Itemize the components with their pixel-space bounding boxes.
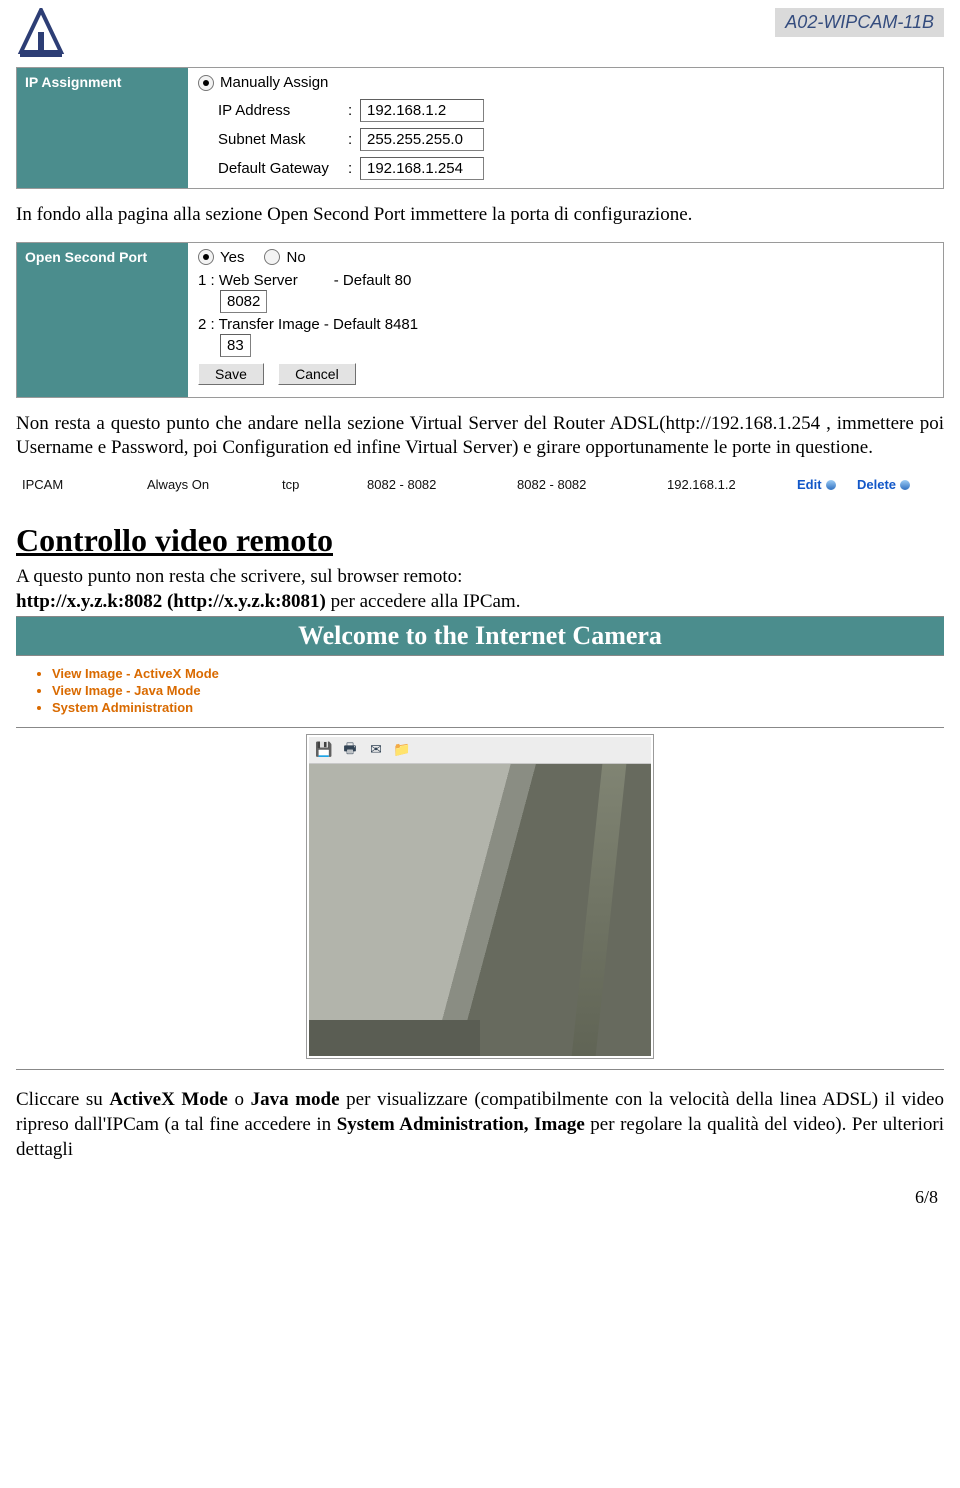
save-icon[interactable]: 💾 [315, 741, 333, 759]
open-second-port-title: Open Second Port [17, 243, 188, 397]
vs-edit-link[interactable]: Edit [797, 477, 857, 492]
paragraph-1: In fondo alla pagina alla sezione Open S… [16, 203, 944, 228]
osp-transfer-label: 2 : Transfer Image - Default 8481 [198, 316, 418, 333]
ip-address-label: IP Address [218, 102, 348, 119]
arrow-icon [900, 480, 910, 490]
default-gateway-input[interactable]: 192.168.1.254 [360, 157, 484, 180]
osp-webserver-input[interactable]: 8082 [220, 290, 267, 313]
mail-icon[interactable]: ✉ [367, 741, 385, 759]
default-gateway-label: Default Gateway [218, 160, 348, 177]
paragraph-3: A questo punto non resta che scrivere, s… [16, 565, 944, 614]
camera-preview: 💾 🖶 ✉ 📁 [306, 734, 654, 1059]
welcome-banner: Welcome to the Internet Camera [16, 616, 944, 656]
manually-assign-label: Manually Assign [220, 74, 328, 91]
camera-links: View Image - ActiveX Mode View Image - J… [16, 656, 944, 728]
camera-image [309, 764, 651, 1056]
vs-name: IPCAM [22, 477, 147, 492]
brand-logo [16, 8, 66, 65]
link-activex[interactable]: View Image - ActiveX Mode [52, 666, 940, 681]
vs-ext-ports: 8082 - 8082 [367, 477, 517, 492]
osp-yes-label: Yes [220, 249, 244, 266]
subnet-mask-label: Subnet Mask [218, 131, 348, 148]
ip-assignment-title: IP Assignment [17, 68, 188, 188]
link-sysadmin[interactable]: System Administration [52, 700, 940, 715]
arrow-icon [826, 480, 836, 490]
vs-int-ports: 8082 - 8082 [517, 477, 667, 492]
vs-protocol: tcp [282, 477, 367, 492]
osp-yes-radio[interactable] [198, 249, 214, 265]
paragraph-4: Cliccare su ActiveX Mode o Java mode per… [16, 1088, 944, 1162]
manually-assign-radio[interactable] [198, 75, 214, 91]
ip-assignment-panel: IP Assignment Manually Assign IP Address… [16, 67, 944, 189]
paragraph-2: Non resta a questo punto che andare nell… [16, 412, 944, 461]
section-heading: Controllo video remoto [16, 522, 944, 559]
save-button[interactable]: Save [198, 363, 264, 385]
camera-toolbar: 💾 🖶 ✉ 📁 [309, 737, 651, 764]
cancel-button[interactable]: Cancel [278, 363, 356, 385]
link-java[interactable]: View Image - Java Mode [52, 683, 940, 698]
osp-no-radio[interactable] [264, 249, 280, 265]
print-icon[interactable]: 🖶 [341, 741, 359, 759]
osp-webserver-default: - Default 80 [334, 272, 412, 289]
folder-icon[interactable]: 📁 [393, 741, 411, 759]
vs-delete-link[interactable]: Delete [857, 477, 938, 492]
osp-webserver-label: 1 : Web Server [198, 272, 298, 289]
osp-no-label: No [286, 249, 305, 266]
vs-schedule: Always On [147, 477, 282, 492]
open-second-port-panel: Open Second Port Yes No 1 : Web Server -… [16, 242, 944, 398]
virtual-server-row: IPCAM Always On tcp 8082 - 8082 8082 - 8… [16, 475, 944, 494]
vs-ip: 192.168.1.2 [667, 477, 797, 492]
osp-transfer-input[interactable]: 83 [220, 334, 251, 357]
page-number: 6/8 [16, 1187, 944, 1208]
model-badge: A02-WIPCAM-11B [775, 8, 944, 37]
subnet-mask-input[interactable]: 255.255.255.0 [360, 128, 484, 151]
ip-address-input[interactable]: 192.168.1.2 [360, 99, 484, 122]
